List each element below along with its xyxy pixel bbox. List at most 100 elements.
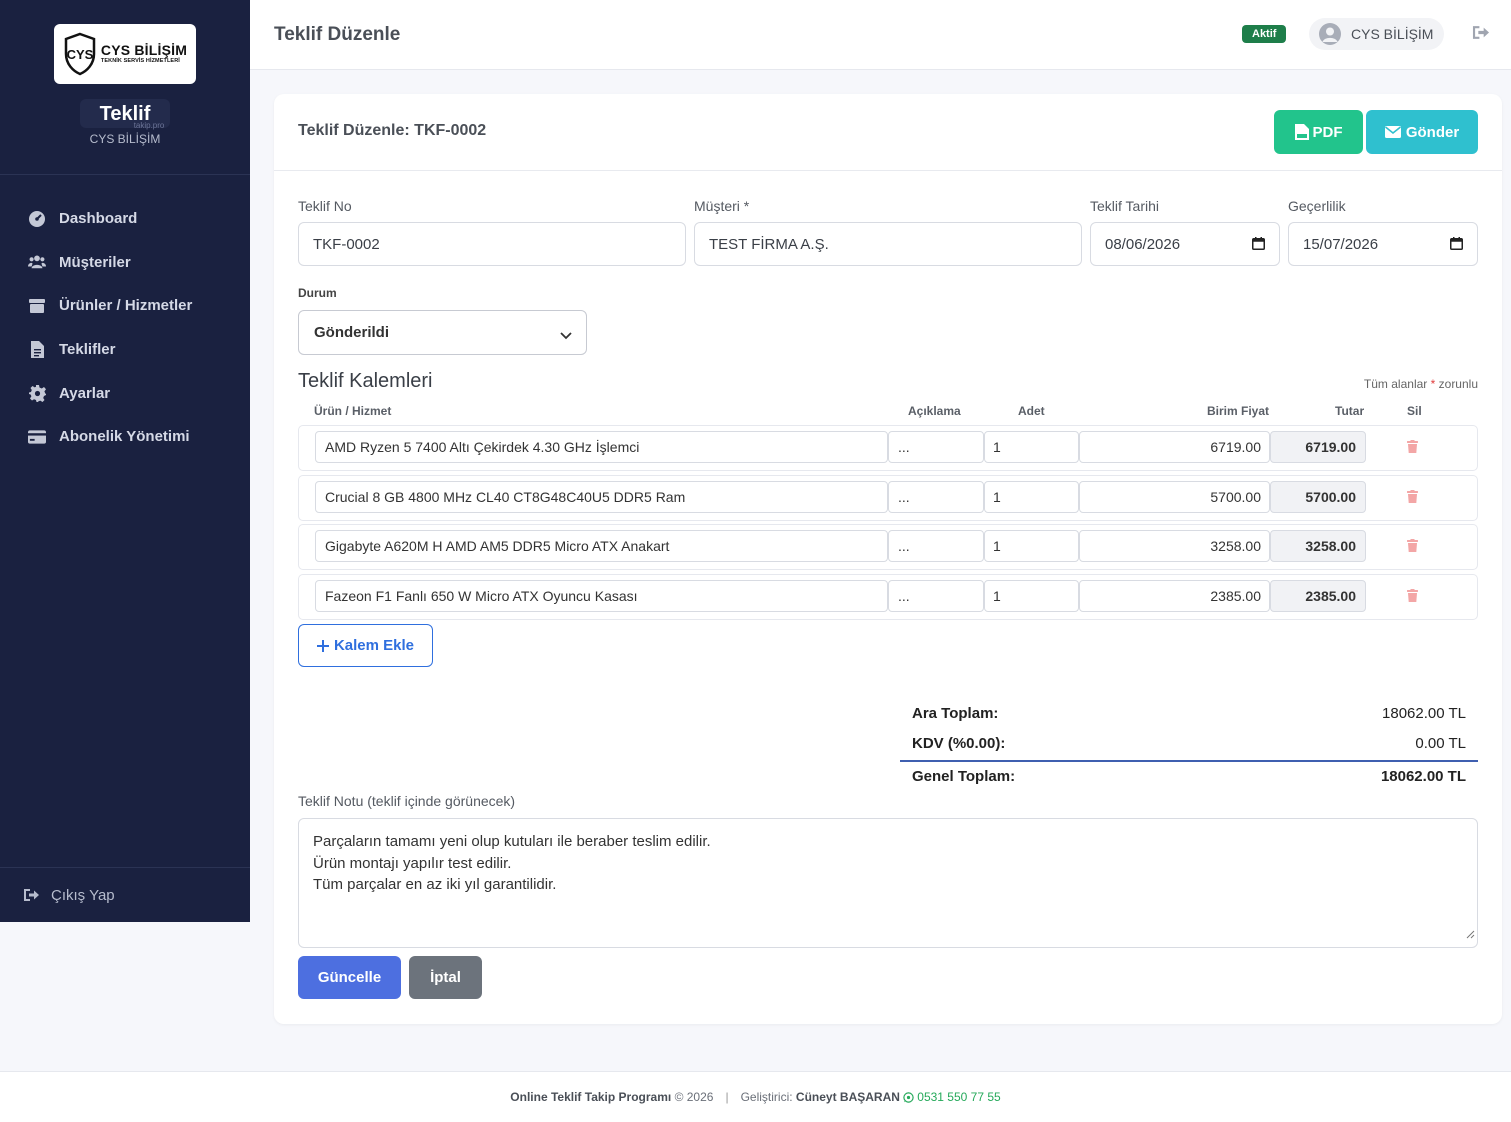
trash-icon[interactable] (1407, 440, 1418, 458)
quote-date-input[interactable]: 08/06/2026 (1090, 222, 1280, 266)
sidebar-item-label: Abonelik Yönetimi (59, 428, 190, 446)
card-header: Teklif Düzenle: TKF-0002 PDF Gönder (274, 94, 1502, 171)
footer-phone-link[interactable]: 0531 550 77 55 (903, 1090, 1001, 1104)
required-note-text: Tüm alanlar (1363, 377, 1428, 391)
sidebar-brand: CYS CYS BİLİŞİM TEKNİK SERVİS HİZMETLERİ… (0, 0, 250, 175)
chevron-down-icon (560, 327, 572, 344)
user-menu[interactable]: CYS BİLİŞİM (1309, 18, 1444, 50)
note-line: Tüm parçalar en az iki yıl garantilidir. (313, 876, 557, 893)
item-price-input[interactable]: 6719.00 (1079, 431, 1270, 463)
required-star: * (1430, 377, 1436, 391)
note-line: Parçaların tamamı yeni olup kutuları ile… (313, 833, 711, 850)
add-item-button[interactable]: Kalem Ekle (298, 624, 433, 667)
pdf-button[interactable]: PDF (1274, 110, 1363, 154)
sidebar-item-dashboard[interactable]: Dashboard (0, 197, 250, 241)
trash-icon[interactable] (1407, 490, 1418, 508)
column-header-product: Ürün / Hizmet (314, 404, 392, 418)
validity-input[interactable]: 15/07/2026 (1288, 222, 1478, 266)
send-button-label: Gönder (1405, 123, 1460, 141)
item-description-button[interactable]: ... (888, 580, 984, 612)
page-title: Teklif Düzenle (274, 24, 401, 45)
item-total: 6719.00 (1270, 431, 1366, 463)
credit-card-icon (28, 428, 46, 446)
item-price-input[interactable]: 5700.00 (1079, 481, 1270, 513)
svg-text:CYS: CYS (67, 47, 94, 62)
item-quantity-input[interactable]: 1 (984, 530, 1079, 562)
status-select-value: Gönderildi (314, 324, 389, 341)
sidebar-item-subscription[interactable]: Abonelik Yönetimi (0, 415, 250, 459)
sidebar-item-label: Dashboard (59, 210, 138, 228)
required-note: Tüm alanlar * zorunlu (1364, 377, 1478, 391)
item-row: Crucial 8 GB 4800 MHz CL40 CT8G48C40U5 D… (298, 475, 1478, 521)
quote-no-label: Teklif No (298, 198, 352, 214)
sidebar-logout-label: Çıkış Yap (51, 886, 115, 904)
sidebar-item-settings[interactable]: Ayarlar (0, 371, 250, 415)
item-description-button[interactable]: ... (888, 530, 984, 562)
subtotal-row: Ara Toplam: 18062.00 TL (900, 698, 1478, 728)
shield-logo-icon: CYS (64, 32, 96, 76)
sidebar-item-quotes[interactable]: Teklifler (0, 328, 250, 372)
customer-input[interactable]: TEST FİRMA A.Ş. (694, 222, 1082, 266)
item-product-input[interactable]: Crucial 8 GB 4800 MHz CL40 CT8G48C40U5 D… (315, 481, 888, 513)
sign-out-icon (24, 889, 39, 901)
item-product-input[interactable]: Fazeon F1 Fanlı 650 W Micro ATX Oyuncu K… (315, 580, 888, 612)
footer-phone: 0531 550 77 55 (917, 1090, 1001, 1104)
vat-value: 0.00 TL (1415, 734, 1466, 752)
sidebar-item-products[interactable]: Ürünler / Hizmetler (0, 284, 250, 328)
status-badge: Aktif (1242, 25, 1287, 43)
quote-no-input[interactable]: TKF-0002 (298, 222, 686, 266)
items-section-title: Teklif Kalemleri (298, 370, 433, 392)
item-quantity-input[interactable]: 1 (984, 580, 1079, 612)
item-product-input[interactable]: Gigabyte A620M H AMD AM5 DDR5 Micro ATX … (315, 530, 888, 562)
customer-value: TEST FİRMA A.Ş. (709, 235, 829, 253)
item-description-button[interactable]: ... (888, 431, 984, 463)
column-header-delete: Sil (1407, 404, 1422, 418)
trash-icon[interactable] (1407, 539, 1418, 557)
note-line: Ürün montajı yapılır test edilir. (313, 854, 512, 872)
gear-icon (28, 384, 46, 402)
sidebar-item-customers[interactable]: Müşteriler (0, 241, 250, 285)
item-price-input[interactable]: 2385.00 (1079, 580, 1270, 612)
dashboard-icon (28, 210, 46, 228)
cancel-button[interactable]: İptal (409, 956, 482, 999)
footer: Online Teklif Takip Programı © 2026 | Ge… (0, 1071, 1511, 1122)
sidebar-item-label: Ürünler / Hizmetler (59, 297, 193, 315)
item-price-input[interactable]: 3258.00 (1079, 530, 1270, 562)
calendar-icon[interactable] (1252, 237, 1265, 254)
sign-out-icon[interactable] (1472, 25, 1490, 45)
quote-edit-card: Teklif Düzenle: TKF-0002 PDF Gönder Tekl… (274, 94, 1502, 1024)
footer-separator: | (725, 1090, 729, 1104)
top-bar: Teklif Düzenle Aktif CYS BİLİŞİM (250, 0, 1511, 70)
grand-total-row: Genel Toplam: 18062.00 TL (900, 760, 1478, 790)
quote-date-value: 08/06/2026 (1105, 235, 1181, 253)
sidebar-item-label: Teklifler (59, 341, 116, 359)
document-icon (28, 341, 46, 359)
status-select[interactable]: Gönderildi (298, 310, 587, 355)
whatsapp-icon (903, 1091, 914, 1103)
item-row: Fazeon F1 Fanlı 650 W Micro ATX Oyuncu K… (298, 574, 1478, 620)
pdf-button-label: PDF (1312, 123, 1343, 141)
add-item-label: Kalem Ekle (333, 637, 415, 654)
item-row: AMD Ryzen 5 7400 Altı Çekirdek 4.30 GHz … (298, 425, 1478, 471)
trash-icon[interactable] (1407, 589, 1418, 607)
update-button[interactable]: Güncelle (298, 956, 401, 999)
file-pdf-icon (1294, 124, 1309, 140)
footer-dev-label: Geliştirici: (740, 1090, 793, 1104)
sidebar-item-label: Müşteriler (59, 253, 131, 271)
quote-date-label: Teklif Tarihi (1090, 198, 1159, 214)
calendar-icon[interactable] (1450, 237, 1463, 254)
logo-sub-text: TEKNİK SERVİS HİZMETLERİ (100, 58, 180, 65)
item-quantity-input[interactable]: 1 (984, 431, 1079, 463)
envelope-icon (1384, 126, 1401, 138)
send-button[interactable]: Gönder (1366, 110, 1478, 154)
user-icon (1322, 27, 1338, 42)
sidebar-logout[interactable]: Çıkış Yap (0, 867, 250, 922)
note-textarea[interactable]: Parçaların tamamı yeni olup kutuları ile… (298, 818, 1478, 948)
item-quantity-input[interactable]: 1 (984, 481, 1079, 513)
vat-label: KDV (%0.00): (912, 734, 1006, 752)
quote-no-value: TKF-0002 (313, 235, 380, 253)
item-description-button[interactable]: ... (888, 481, 984, 513)
grand-total-label: Genel Toplam: (912, 767, 1016, 785)
item-product-input[interactable]: AMD Ryzen 5 7400 Altı Çekirdek 4.30 GHz … (315, 431, 888, 463)
resize-handle-icon[interactable] (1466, 924, 1475, 946)
